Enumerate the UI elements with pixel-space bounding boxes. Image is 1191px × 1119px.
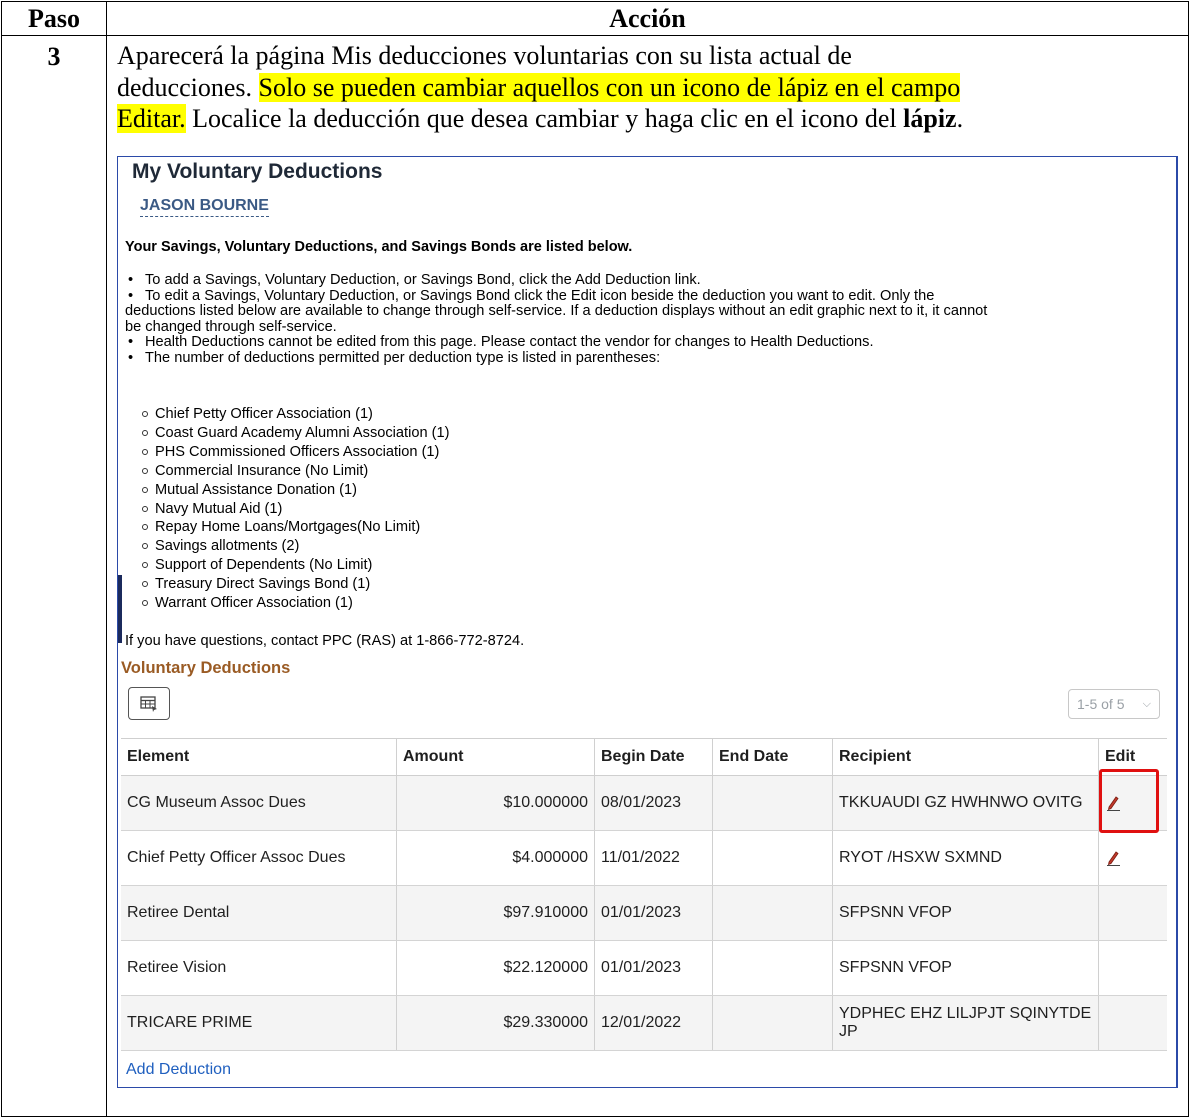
deductions-table: Element Amount Begin Date End Date Recip…	[121, 738, 1167, 1051]
cell-edit	[1098, 940, 1167, 996]
bullet-item: • To add a Savings, Voluntary Deduction, …	[128, 272, 701, 288]
deduction-type-item: Warrant Officer Association (1)	[142, 594, 449, 613]
cell-end-date	[712, 940, 833, 996]
cell-begin-date: 01/01/2023	[594, 885, 713, 941]
cell-edit	[1098, 885, 1167, 941]
page-title: My Voluntary Deductions	[132, 160, 383, 183]
header-paso: Paso	[28, 4, 80, 33]
grid-personalize-button[interactable]	[128, 687, 170, 720]
cell-recipient: TKKUAUDI GZ HWHNWO OVITG	[832, 775, 1099, 831]
col-amount: Amount	[396, 738, 595, 776]
callout-highlight-box	[1099, 769, 1159, 833]
deduction-type-item: Commercial Insurance (No Limit)	[142, 462, 449, 481]
table-row: CG Museum Assoc Dues $10.000000 08/01/20…	[121, 775, 1167, 831]
section-title: Voluntary Deductions	[121, 659, 291, 677]
instruction-period: .	[956, 104, 964, 133]
voluntary-deductions-screenshot: My Voluntary Deductions JASON BOURNE You…	[117, 156, 1178, 1088]
bullet-item: • Health Deductions cannot be edited from…	[128, 334, 874, 350]
cell-recipient: RYOT /HSXW SXMND	[832, 830, 1099, 886]
cell-begin-date: 01/01/2023	[594, 940, 713, 996]
rows-pager-select[interactable]: 1-5 of 5 ⌵	[1068, 689, 1160, 719]
header-accion: Acción	[609, 4, 686, 33]
cell-begin-date: 08/01/2023	[594, 775, 713, 831]
col-begin-date: Begin Date	[594, 738, 713, 776]
instructions-list: • To add a Savings, Voluntary Deduction, …	[125, 272, 1165, 366]
highlighted-note-part-2: Editar.	[117, 104, 186, 133]
deduction-type-item: Navy Mutual Aid (1)	[142, 500, 449, 519]
pencil-edit-icon[interactable]	[1105, 849, 1123, 867]
cell-recipient: SFPSNN VFOP	[832, 940, 1099, 996]
deduction-type-item: Mutual Assistance Donation (1)	[142, 481, 449, 500]
table-row: Retiree Dental $97.910000 01/01/2023 SFP…	[121, 885, 1167, 941]
deduction-type-item: Savings allotments (2)	[142, 537, 449, 556]
cell-amount: $4.000000	[396, 830, 595, 886]
deduction-type-item: Treasury Direct Savings Bond (1)	[142, 575, 449, 594]
deduction-type-item: Chief Petty Officer Association (1)	[142, 405, 449, 424]
deduction-type-item: Repay Home Loans/Mortgages(No Limit)	[142, 518, 449, 537]
cell-end-date	[712, 830, 833, 886]
table-row: TRICARE PRIME $29.330000 12/01/2022 YDPH…	[121, 995, 1167, 1051]
bullet-item-continued: deductions listed below are available to…	[125, 303, 988, 319]
cell-end-date	[712, 995, 833, 1051]
step-number: 3	[47, 42, 61, 71]
bullet-item-continued: be changed through self-service.	[125, 318, 337, 335]
column-divider	[106, 2, 107, 1116]
instruction-line-3b: Localice la deducción que desea cambiar …	[185, 104, 904, 133]
cell-amount: $97.910000	[396, 885, 595, 941]
bullet-item: • To edit a Savings, Voluntary Deduction,…	[128, 287, 935, 304]
cell-element: Retiree Vision	[121, 940, 397, 996]
cell-element: CG Museum Assoc Dues	[121, 775, 397, 831]
instruction-bold-lapiz: lápiz	[903, 104, 957, 133]
cell-begin-date: 12/01/2022	[594, 995, 713, 1051]
deduction-type-item: PHS Commissioned Officers Association (1…	[142, 443, 449, 462]
scrollbar-thumb[interactable]	[118, 575, 122, 643]
employee-name-link[interactable]: JASON BOURNE	[140, 197, 269, 217]
instruction-line-2a: deducciones.	[117, 72, 259, 102]
table-header-row: Element Amount Begin Date End Date Recip…	[121, 738, 1167, 776]
table-row: Chief Petty Officer Assoc Dues $4.000000…	[121, 830, 1167, 886]
col-recipient: Recipient	[832, 738, 1099, 776]
cell-edit	[1098, 995, 1167, 1051]
pager-label: 1-5 of 5	[1077, 696, 1125, 712]
col-end-date: End Date	[712, 738, 833, 776]
cell-element: TRICARE PRIME	[121, 995, 397, 1051]
cell-amount: $22.120000	[396, 940, 595, 996]
add-deduction-link[interactable]: Add Deduction	[126, 1061, 231, 1079]
cell-recipient: SFPSNN VFOP	[832, 885, 1099, 941]
cell-recipient: YDPHEC EHZ LILJPJT SQINYTDE JP	[832, 995, 1099, 1051]
cell-element: Retiree Dental	[121, 885, 397, 941]
cell-edit	[1098, 830, 1167, 886]
cell-end-date	[712, 885, 833, 941]
cell-element: Chief Petty Officer Assoc Dues	[121, 830, 397, 886]
table-row: Retiree Vision $22.120000 01/01/2023 SFP…	[121, 940, 1167, 996]
col-element: Element	[121, 738, 397, 776]
grid-settings-icon	[140, 695, 157, 712]
highlighted-note-part-1: Solo se pueden cambiar aquellos con un i…	[258, 72, 961, 102]
deduction-type-item: Support of Dependents (No Limit)	[142, 556, 449, 575]
cell-end-date	[712, 775, 833, 831]
step-instructions: Aparecerá la página Mis deducciones volu…	[117, 40, 1177, 135]
intro-text: Your Savings, Voluntary Deductions, and …	[125, 239, 633, 255]
bullet-item: • The number of deductions permitted per …	[128, 349, 661, 366]
cell-amount: $10.000000	[396, 775, 595, 831]
cell-begin-date: 11/01/2022	[594, 830, 713, 886]
deduction-type-list: Chief Petty Officer Association (1) Coas…	[142, 405, 449, 613]
cell-amount: $29.330000	[396, 995, 595, 1051]
chevron-down-icon: ⌵	[1142, 698, 1151, 710]
deduction-type-item: Coast Guard Academy Alumni Association (…	[142, 424, 449, 443]
table-header-row: Paso Acción	[2, 2, 1188, 36]
instruction-line-1: Aparecerá la página Mis deducciones volu…	[117, 41, 852, 70]
contact-text: If you have questions, contact PPC (RAS)…	[125, 633, 525, 649]
